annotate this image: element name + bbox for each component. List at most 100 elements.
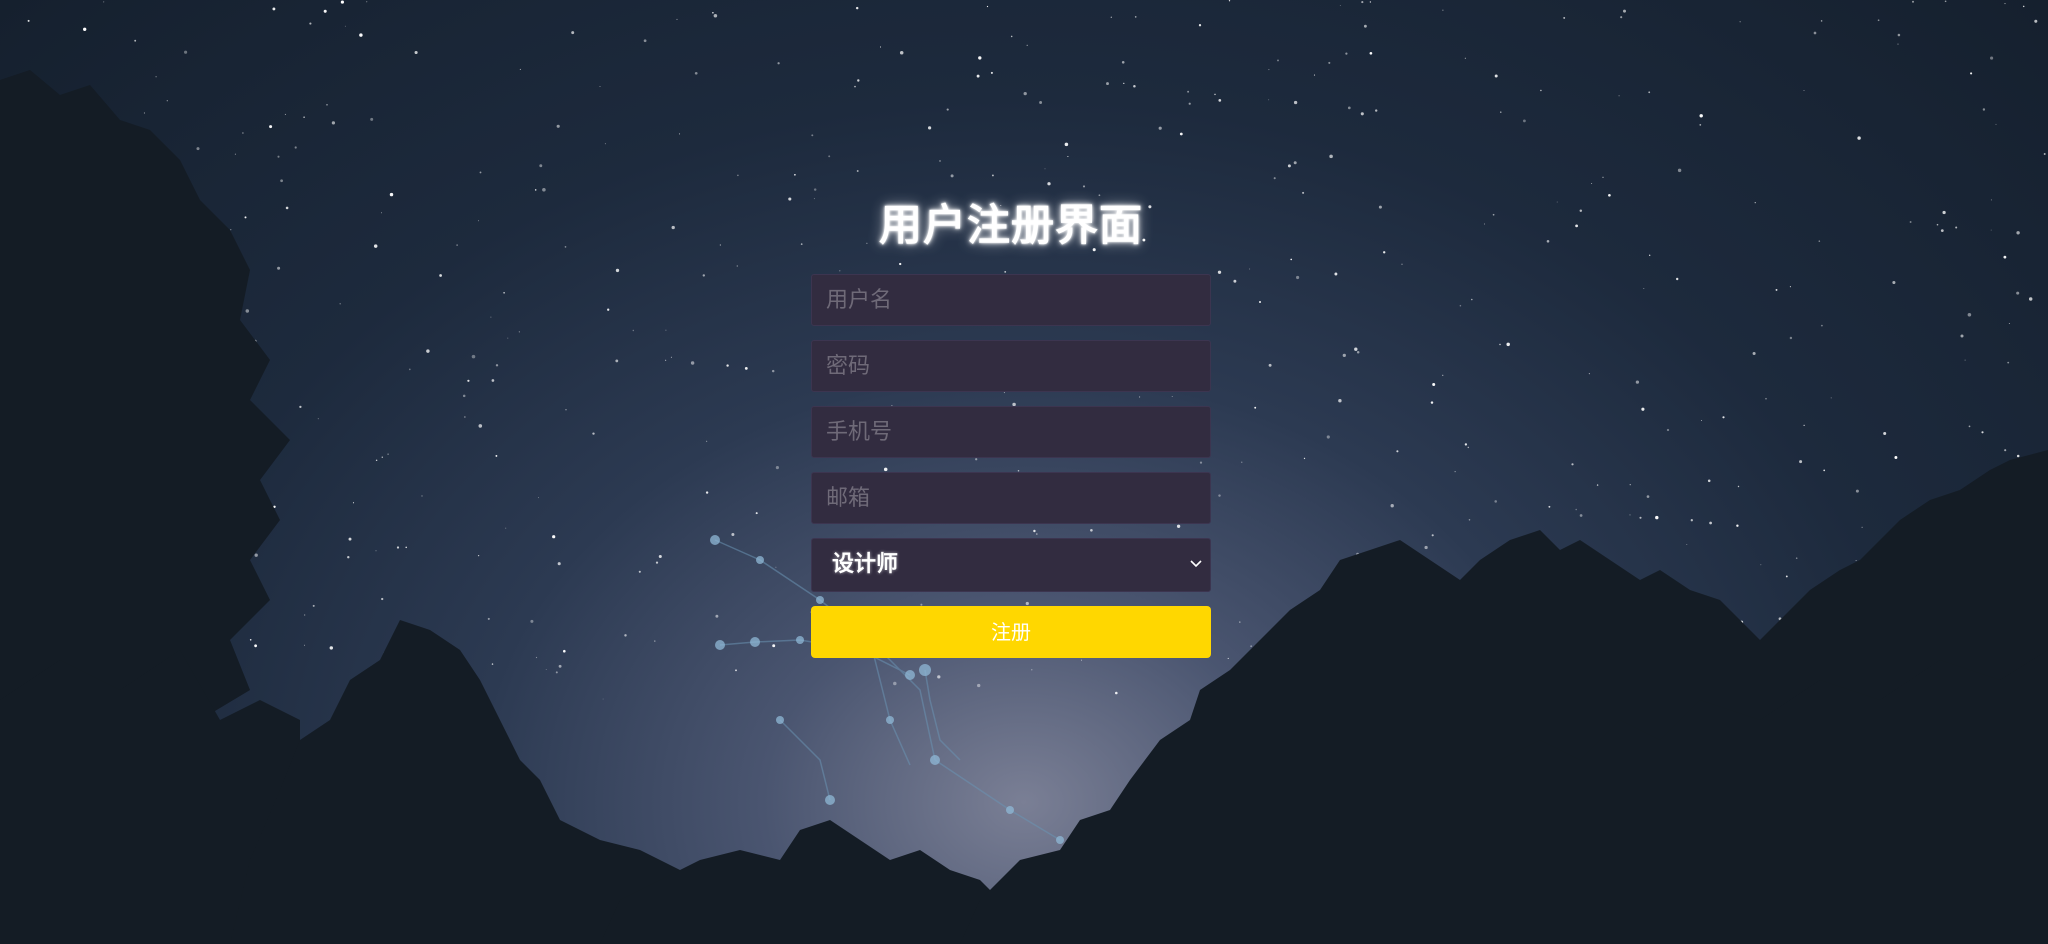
star	[1098, 194, 1101, 197]
star	[1575, 508, 1577, 511]
star	[990, 71, 993, 74]
star	[828, 155, 831, 158]
star	[1540, 89, 1542, 92]
page-title: 用户注册界面	[879, 201, 1143, 251]
star	[1739, 21, 1741, 23]
star	[462, 394, 466, 398]
star	[632, 329, 635, 332]
star	[1548, 505, 1551, 508]
star	[1039, 101, 1043, 104]
star	[706, 440, 708, 442]
star	[592, 432, 595, 435]
star	[775, 466, 779, 470]
star	[552, 535, 556, 539]
phone-input[interactable]	[811, 406, 1211, 458]
role-select-value: 设计师	[811, 538, 1211, 592]
star	[487, 617, 490, 620]
star	[690, 361, 695, 365]
star	[1803, 89, 1805, 92]
star	[1064, 142, 1069, 147]
username-input[interactable]	[811, 274, 1211, 326]
star	[855, 6, 859, 10]
star	[2004, 3, 2006, 5]
star	[811, 134, 814, 137]
star	[304, 644, 305, 646]
star	[1293, 100, 1298, 105]
star	[736, 265, 738, 267]
star	[27, 19, 30, 22]
star	[1623, 9, 1626, 13]
star	[1754, 202, 1756, 204]
star	[359, 33, 363, 37]
star	[1737, 485, 1740, 488]
star	[1464, 57, 1466, 59]
email-input[interactable]	[811, 472, 1211, 524]
star	[304, 614, 306, 616]
star	[615, 268, 620, 273]
star	[370, 117, 374, 121]
star	[1857, 136, 1861, 140]
star	[505, 527, 507, 529]
star	[535, 656, 538, 659]
star	[414, 50, 418, 55]
star	[254, 553, 258, 557]
star	[705, 491, 709, 494]
star	[1067, 155, 1069, 158]
star	[1722, 416, 1725, 419]
star	[1467, 446, 1470, 449]
password-input[interactable]	[811, 340, 1211, 392]
star	[1342, 353, 1346, 358]
star	[1360, 112, 1364, 116]
star	[534, 189, 537, 191]
star	[1618, 95, 1620, 97]
star	[375, 550, 377, 552]
star	[1588, 373, 1590, 375]
star	[2016, 231, 2020, 235]
star	[1249, 268, 1251, 270]
star	[285, 206, 289, 210]
star	[166, 100, 168, 102]
star	[1752, 351, 1756, 356]
star	[1454, 471, 1456, 473]
star	[1855, 489, 1859, 493]
star	[1233, 279, 1237, 283]
star	[1813, 31, 1817, 35]
star	[937, 675, 941, 679]
star	[813, 198, 815, 200]
star	[272, 7, 276, 11]
star	[1268, 99, 1270, 101]
star	[317, 418, 319, 420]
star	[277, 155, 280, 158]
role-select[interactable]: 设计师	[811, 538, 1211, 592]
star	[331, 121, 336, 125]
star	[615, 359, 619, 363]
star	[1981, 431, 1984, 434]
star	[519, 68, 521, 70]
star	[1648, 91, 1651, 94]
star	[1031, 669, 1033, 671]
star	[558, 664, 562, 668]
star	[1523, 119, 1526, 123]
star	[381, 597, 384, 601]
star	[245, 309, 250, 313]
star	[2034, 19, 2038, 23]
star	[503, 291, 505, 294]
star	[1106, 82, 1109, 86]
star	[1361, 1, 1364, 4]
star	[439, 274, 442, 277]
star	[735, 669, 737, 672]
star	[326, 103, 328, 106]
star	[1639, 516, 1642, 519]
star	[1023, 91, 1027, 96]
star	[1546, 240, 1550, 243]
star	[1942, 210, 1946, 215]
star	[1396, 450, 1399, 453]
star	[196, 147, 200, 151]
star	[530, 619, 534, 623]
star	[249, 639, 252, 641]
star	[1995, 123, 1997, 125]
star	[1912, 0, 1914, 3]
star	[1909, 221, 1912, 223]
star	[1894, 456, 1898, 459]
register-button[interactable]: 注册	[811, 606, 1211, 658]
